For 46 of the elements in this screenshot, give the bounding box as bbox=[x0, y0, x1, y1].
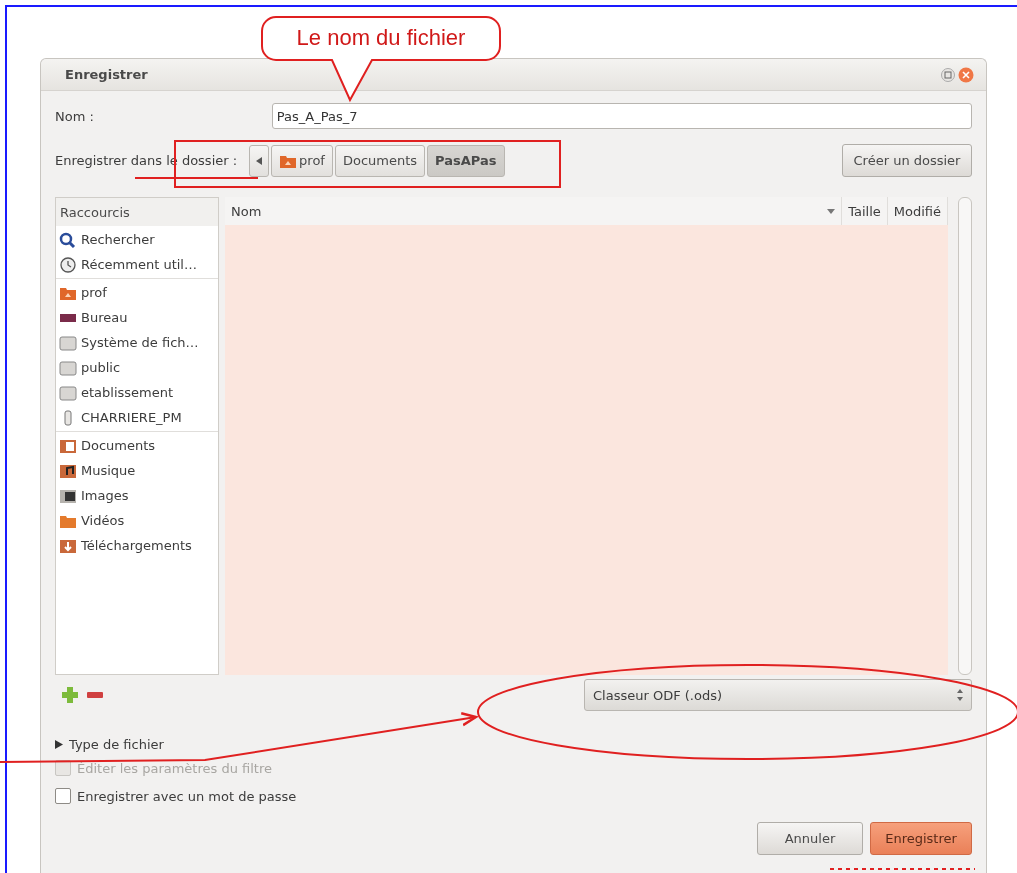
back-button[interactable] bbox=[249, 144, 270, 177]
name-label: Nom : bbox=[55, 108, 94, 124]
downloads-folder-icon bbox=[59, 537, 77, 554]
remove-icon[interactable] bbox=[87, 692, 103, 698]
close-icon[interactable] bbox=[958, 66, 974, 83]
sidebar-item[interactable]: Système de fich… bbox=[56, 330, 218, 355]
create-folder-button[interactable]: Créer un dossier bbox=[842, 144, 972, 177]
file-type-dropdown[interactable]: Classeur ODF (.ods) bbox=[584, 679, 972, 711]
callout-text: Le nom du fichier bbox=[296, 25, 466, 50]
images-folder-icon bbox=[59, 487, 77, 504]
sort-arrow-icon bbox=[827, 208, 836, 214]
sidebar-item[interactable]: Téléchargements bbox=[56, 533, 218, 558]
documents-folder-icon bbox=[59, 437, 77, 454]
drive-icon bbox=[59, 384, 77, 401]
search-icon bbox=[59, 231, 77, 248]
path-button[interactable]: prof bbox=[271, 144, 333, 177]
spinner-arrows-icon bbox=[957, 689, 963, 701]
file-type-expander[interactable]: Type de fichier bbox=[55, 737, 972, 752]
clock-icon bbox=[59, 256, 77, 273]
sidebar-item[interactable]: prof bbox=[56, 280, 218, 305]
sidebar-item[interactable]: CHARRIERE_PM bbox=[56, 405, 218, 430]
music-folder-icon bbox=[59, 462, 77, 479]
sidebar-item[interactable]: Rechercher bbox=[56, 227, 218, 252]
sidebar-item[interactable]: etablissement bbox=[56, 380, 218, 405]
path-button[interactable]: Documents bbox=[334, 144, 426, 177]
scrollbar[interactable] bbox=[958, 197, 972, 675]
drive-icon bbox=[59, 359, 77, 376]
name-field[interactable]: Pas_A_Pas_7 bbox=[271, 103, 972, 129]
add-icon[interactable] bbox=[61, 686, 79, 704]
option-checkbox[interactable]: Enregistrer avec un mot de passe bbox=[55, 788, 972, 804]
sidebar-header: Raccourcis bbox=[56, 198, 218, 226]
path-button[interactable]: PasAPas bbox=[427, 144, 505, 177]
expander-arrow-icon bbox=[55, 740, 63, 749]
dialog-button[interactable]: Annuler bbox=[757, 822, 863, 855]
sidebar-item[interactable]: Musique bbox=[56, 458, 218, 483]
sidebar-item[interactable]: Récemment util… bbox=[56, 252, 218, 277]
sidebar-item[interactable]: public bbox=[56, 355, 218, 380]
sidebar-item[interactable]: Images bbox=[56, 483, 218, 508]
sidebar-item[interactable]: Documents bbox=[56, 433, 218, 458]
sidebar-item[interactable]: Bureau bbox=[56, 305, 218, 330]
left-arrow-icon bbox=[256, 156, 263, 165]
sidebar-item[interactable]: Vidéos bbox=[56, 508, 218, 533]
dialog-button[interactable]: Enregistrer bbox=[870, 822, 972, 855]
drive-icon bbox=[59, 334, 77, 351]
maximize-icon[interactable] bbox=[941, 67, 955, 82]
window-title: Enregistrer bbox=[65, 67, 148, 82]
